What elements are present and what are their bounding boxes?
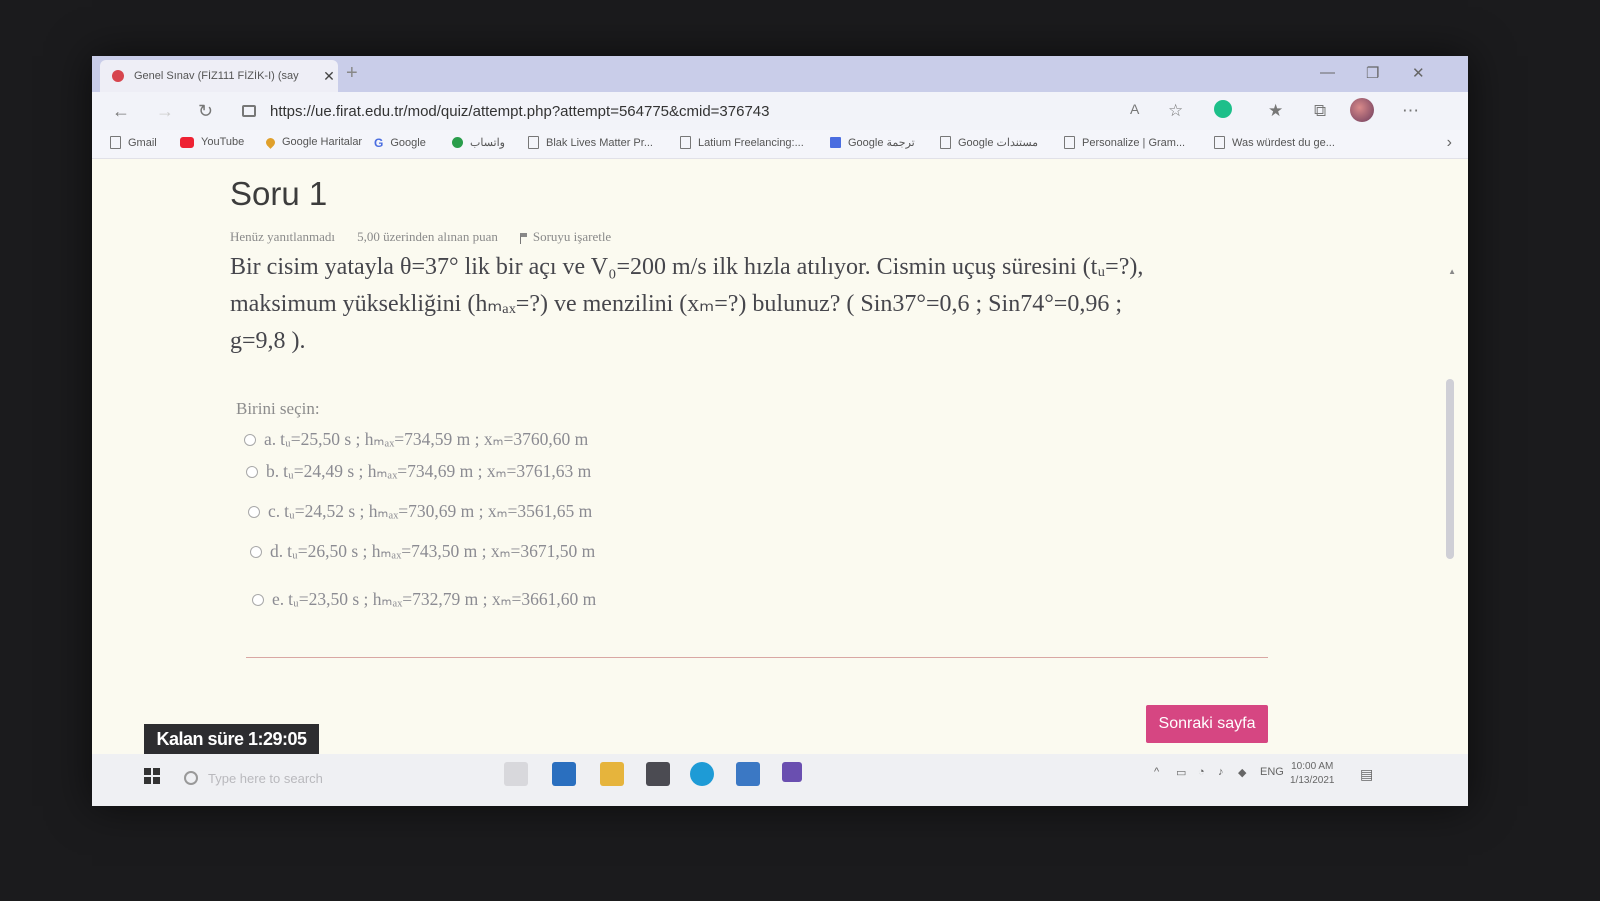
- active-tab[interactable]: Genel Sınav (FİZ111 FİZİK-I) (say ✕: [100, 60, 338, 92]
- bookmark-maps[interactable]: Google Haritalar: [264, 135, 362, 149]
- site-favicon-icon: [112, 70, 124, 82]
- scrollbar-thumb[interactable]: [1446, 379, 1454, 559]
- next-page-button[interactable]: Sonraki sayfa: [1146, 705, 1268, 743]
- refresh-icon[interactable]: ↻: [198, 101, 213, 122]
- bookmark-latium[interactable]: Latium Freelancing:...: [680, 136, 804, 149]
- divider: [246, 657, 1268, 658]
- radio-button[interactable]: [252, 593, 264, 606]
- option-a[interactable]: a. tᵤ=25,50 s ; hₘₐₓ=734,59 m ; xₘ=3760,…: [244, 429, 588, 450]
- browser-window: Genel Sınav (FİZ111 FİZİK-I) (say ✕ + — …: [92, 56, 1468, 806]
- profile-avatar[interactable]: [1350, 98, 1374, 122]
- page-icon: [1064, 136, 1075, 149]
- edge-icon[interactable]: [690, 762, 714, 786]
- radio-button[interactable]: [250, 545, 262, 558]
- map-pin-icon: [264, 135, 277, 149]
- app-icon[interactable]: [782, 762, 802, 782]
- option-c[interactable]: c. tᵤ=24,52 s ; hₘₐₓ=730,69 m ; xₘ=3561,…: [248, 501, 592, 522]
- windows-start-icon[interactable]: [144, 768, 160, 784]
- flag-question-link[interactable]: Soruyu işaretle: [519, 229, 611, 245]
- search-placeholder: Type here to search: [208, 770, 323, 786]
- option-b[interactable]: b. tᵤ=24,49 s ; hₘₐₓ=734,69 m ; xₘ=3761,…: [246, 461, 591, 482]
- bookmark-gmail[interactable]: Gmail: [110, 136, 157, 149]
- option-d[interactable]: d. tᵤ=26,50 s ; hₘₐₓ=743,50 m ; xₘ=3671,…: [250, 541, 595, 562]
- bookmark-grammarly[interactable]: Personalize | Gram...: [1064, 136, 1185, 149]
- scroll-up-icon[interactable]: ▲: [1448, 267, 1456, 276]
- page-icon: [110, 136, 121, 149]
- question-status: Henüz yanıtlanmadı: [230, 229, 336, 244]
- minimize-icon[interactable]: —: [1320, 64, 1335, 81]
- flag-icon: [519, 232, 527, 244]
- store-icon[interactable]: [646, 762, 670, 786]
- favorite-star-icon[interactable]: ☆: [1168, 101, 1183, 121]
- youtube-icon: [180, 136, 194, 148]
- question-line: g=9,8 ).: [230, 328, 306, 354]
- read-aloud-icon[interactable]: A: [1130, 101, 1139, 117]
- question-text: Bir cisim yatayla θ=37° lik bir açı ve V…: [230, 249, 1310, 360]
- tab-bar: Genel Sınav (FİZ111 FİZİK-I) (say ✕ + — …: [92, 56, 1468, 92]
- question-title: Soru 1: [230, 175, 328, 212]
- bookmark-translate[interactable]: Google ترجمة: [830, 136, 915, 149]
- tab-title: Genel Sınav (FİZ111 FİZİK-I) (say: [134, 70, 299, 82]
- bookmarks-bar: Gmail YouTube Google Haritalar G Google و…: [92, 130, 1468, 159]
- tray-chevron-icon[interactable]: ^: [1154, 766, 1159, 778]
- search-icon: [184, 771, 198, 785]
- bookmark-blm[interactable]: Blak Lives Matter Pr...: [528, 136, 653, 149]
- collections-icon[interactable]: ⧉: [1314, 101, 1326, 121]
- mail-icon[interactable]: [736, 762, 760, 786]
- quiz-content: Soru 1 Henüz yanıtlanmadı 5,00 üzerinden…: [92, 159, 1468, 754]
- volume-icon[interactable]: ♪: [1218, 766, 1224, 778]
- choose-label: Birini seçin:: [236, 399, 320, 418]
- bookmark-google[interactable]: G Google: [374, 136, 426, 150]
- question-line: maksimum yüksekliğini (hₘₐₓ=?) ve menzil…: [230, 291, 1122, 317]
- close-tab-icon[interactable]: ✕: [320, 68, 338, 85]
- dropbox-icon[interactable]: ◆: [1238, 766, 1246, 779]
- time-remaining: Kalan süre 1:29:05: [144, 724, 319, 754]
- file-explorer-icon[interactable]: [600, 762, 624, 786]
- close-window-icon[interactable]: ✕: [1412, 64, 1425, 82]
- page-icon: [528, 136, 539, 149]
- question-points: 5,00 üzerinden alınan puan: [357, 229, 498, 244]
- address-bar[interactable]: https://ue.firat.edu.tr/mod/quiz/attempt…: [242, 98, 1122, 124]
- radio-button[interactable]: [248, 505, 260, 518]
- bookmark-was-wuerdest[interactable]: Was würdest du ge...: [1214, 136, 1335, 149]
- question-meta: Henüz yanıtlanmadı 5,00 üzerinden alınan…: [230, 229, 611, 245]
- lock-icon: [242, 105, 256, 117]
- favorites-icon[interactable]: ★: [1268, 101, 1283, 121]
- back-icon[interactable]: ←: [112, 101, 130, 122]
- chevron-right-icon[interactable]: ›: [1447, 134, 1452, 152]
- url-text: https://ue.firat.edu.tr/mod/quiz/attempt…: [270, 102, 770, 120]
- option-e[interactable]: e. tᵤ=23,50 s ; hₘₐₓ=732,79 m ; xₘ=3661,…: [252, 589, 596, 610]
- question-line: Bir cisim yatayla θ=37° lik bir açı ve V…: [230, 254, 1144, 280]
- forward-icon[interactable]: →: [156, 101, 174, 122]
- radio-button[interactable]: [244, 433, 256, 446]
- bookmark-docs[interactable]: Google مستندات: [940, 136, 1038, 149]
- page-icon: [940, 136, 951, 149]
- more-menu-icon[interactable]: ⋯: [1402, 101, 1419, 121]
- windows-taskbar: Type here to search ^ ▭ ◔ ♪ ◆ ENG 10:00 …: [92, 754, 1468, 806]
- radio-button[interactable]: [246, 465, 258, 478]
- clock[interactable]: 10:00 AM 1/13/2021: [1290, 760, 1335, 788]
- translate-icon: [830, 137, 841, 148]
- notifications-icon[interactable]: ▤: [1360, 766, 1373, 783]
- restore-icon[interactable]: ❐: [1366, 64, 1379, 82]
- bookmark-whatsapp[interactable]: واتساب: [452, 136, 505, 149]
- navigation-bar: ← → ↻ https://ue.firat.edu.tr/mod/quiz/a…: [92, 92, 1468, 130]
- taskbar-search[interactable]: Type here to search: [184, 764, 464, 792]
- new-tab-icon[interactable]: +: [346, 62, 358, 85]
- extension-icon[interactable]: [1214, 100, 1232, 118]
- google-icon: G: [374, 136, 384, 150]
- battery-icon[interactable]: ▭: [1176, 766, 1186, 779]
- page-icon: [680, 136, 691, 149]
- page-icon: [1214, 136, 1225, 149]
- wifi-icon[interactable]: ◔: [1198, 766, 1205, 778]
- language-indicator[interactable]: ENG: [1260, 766, 1284, 778]
- task-view-icon[interactable]: [504, 762, 528, 786]
- whatsapp-icon: [452, 137, 463, 148]
- bookmark-youtube[interactable]: YouTube: [180, 136, 244, 148]
- outlook-icon[interactable]: [552, 762, 576, 786]
